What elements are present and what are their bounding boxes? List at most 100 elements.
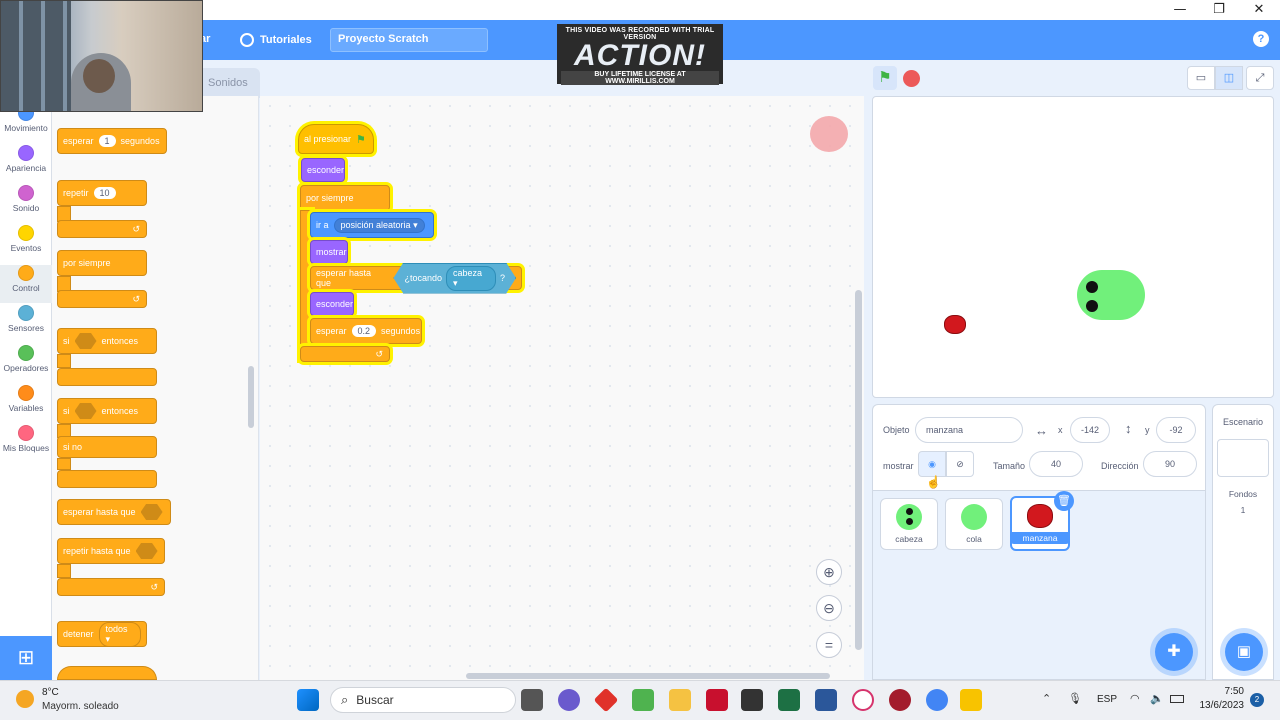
palette-hat-block[interactable]	[57, 666, 157, 680]
scratch-app-icon[interactable]	[960, 689, 982, 711]
wifi-icon[interactable]: ◠	[1130, 692, 1140, 705]
block-text: si no	[63, 442, 83, 452]
maximize-button[interactable]: ❐	[1199, 0, 1239, 20]
clock-time[interactable]: 7:50	[1214, 686, 1244, 697]
store-icon[interactable]	[741, 689, 763, 711]
palette-wait-block[interactable]: esperar 1 segundos	[57, 128, 167, 154]
show-hidden-button[interactable]: ⊘	[946, 451, 974, 477]
app-icon[interactable]	[632, 689, 654, 711]
category-sonido[interactable]: Sonido	[0, 185, 52, 223]
fullscreen-button[interactable]: ⤢	[1246, 66, 1274, 90]
code-area[interactable]: al presionar ⚑ esconder por siempre ir a…	[260, 96, 864, 680]
sprite-cabeza-on-stage[interactable]	[1077, 270, 1145, 320]
palette-wait-until-block[interactable]: esperar hasta que	[57, 499, 171, 525]
choose-sprite-button[interactable]: ✚	[1155, 633, 1193, 671]
chat-icon[interactable]	[558, 689, 580, 711]
y-arrows-icon: ↕	[1125, 421, 1132, 436]
palette-forever-block[interactable]: por siempre	[57, 250, 147, 276]
sprite-tile-cabeza[interactable]: cabeza	[880, 498, 938, 550]
minimize-button[interactable]: —	[1160, 0, 1200, 20]
size-input[interactable]: 40	[1029, 451, 1083, 477]
chrome-icon[interactable]	[926, 689, 948, 711]
microphone-icon[interactable]: 🎙	[1068, 692, 1082, 705]
weather-temp[interactable]: 8°C	[42, 687, 59, 698]
category-variables[interactable]: Variables	[0, 385, 52, 423]
task-view-icon[interactable]	[521, 689, 543, 711]
zoom-in-button[interactable]: ⊕	[816, 559, 842, 585]
go-to-block[interactable]: ir a posición aleatoria ▾	[310, 212, 434, 238]
notification-badge[interactable]: 2	[1250, 693, 1264, 707]
goto-target-dropdown[interactable]: posición aleatoria ▾	[333, 217, 425, 233]
palette-if-block[interactable]: si entonces	[57, 328, 157, 354]
project-title-input[interactable]: Proyecto Scratch	[330, 28, 488, 52]
clock-date[interactable]: 13/6/2023	[1195, 700, 1245, 711]
battery-icon[interactable]	[1170, 695, 1184, 703]
choose-backdrop-button[interactable]: ▣	[1225, 633, 1263, 671]
category-eventos[interactable]: Eventos	[0, 225, 52, 263]
code-horizontal-scrollbar[interactable]	[466, 673, 830, 679]
touching-condition[interactable]: ¿tocando cabeza ▾ ?	[393, 262, 516, 294]
x-input[interactable]: -142	[1070, 417, 1110, 443]
wait-until-block[interactable]: esperar hasta que ¿tocando cabeza ▾ ?	[310, 262, 522, 294]
taskbar-search[interactable]: ⌕ Buscar	[330, 687, 516, 713]
language-indicator[interactable]: ESP	[1097, 694, 1117, 705]
add-extension-button[interactable]: ⊞	[0, 636, 52, 680]
show-visible-button[interactable]: ◉	[918, 451, 946, 477]
category-sensores[interactable]: Sensores	[0, 305, 52, 343]
wait-block[interactable]: esperar 0.2 segundos	[310, 318, 422, 344]
hide-block[interactable]: esconder	[301, 158, 345, 182]
zoom-reset-button[interactable]: =	[816, 632, 842, 658]
when-flag-clicked-block[interactable]: al presionar ⚑	[298, 124, 374, 154]
stage[interactable]	[872, 96, 1274, 398]
category-operadores[interactable]: Operadores	[0, 345, 52, 383]
condition-slot[interactable]	[74, 333, 97, 349]
sprite-tile-cola[interactable]: cola	[945, 498, 1003, 550]
delete-sprite-button[interactable]: 🗑	[1054, 491, 1074, 511]
stop-button[interactable]	[903, 70, 920, 87]
sprite-name-input[interactable]: manzana	[915, 417, 1023, 443]
opera-icon[interactable]	[852, 689, 874, 711]
wait-seconds-value[interactable]: 0.2	[351, 325, 377, 337]
block-text: esconder	[307, 165, 345, 175]
palette-scrollbar[interactable]	[248, 366, 254, 428]
zoom-out-button[interactable]: ⊖	[816, 595, 842, 621]
weather-desc[interactable]: Mayorm. soleado	[42, 701, 119, 712]
direction-input[interactable]: 90	[1143, 451, 1197, 477]
show-block[interactable]: mostrar	[310, 240, 348, 264]
mcafee-icon[interactable]	[706, 689, 728, 711]
weather-icon	[16, 690, 34, 708]
palette-if-else-block[interactable]: si entonces	[57, 398, 157, 424]
sprite-manzana-on-stage[interactable]	[944, 315, 966, 334]
file-explorer-icon[interactable]	[669, 689, 691, 711]
close-button[interactable]: ✕	[1239, 0, 1279, 20]
stop-dropdown[interactable]: todos ▾	[98, 621, 141, 647]
code-vertical-scrollbar[interactable]	[855, 290, 862, 650]
touching-target-dropdown[interactable]: cabeza ▾	[446, 265, 496, 291]
condition-slot[interactable]	[140, 504, 163, 520]
small-stage-button[interactable]: ▭	[1187, 66, 1215, 90]
category-control[interactable]: Control	[0, 265, 52, 303]
word-icon[interactable]	[815, 689, 837, 711]
palette-repeat-until-block[interactable]: repetir hasta que	[57, 538, 165, 564]
green-flag-button[interactable]: ⚑	[873, 66, 897, 90]
condition-slot[interactable]	[135, 543, 158, 559]
palette-repeat-block[interactable]: repetir 10	[57, 180, 147, 206]
tab-sounds[interactable]: Sonidos	[198, 68, 260, 98]
hide-block-2[interactable]: esconder	[310, 292, 354, 316]
palette-stop-block[interactable]: detener todos ▾	[57, 621, 147, 647]
y-input[interactable]: -92	[1156, 417, 1196, 443]
condition-slot[interactable]	[74, 403, 97, 419]
repeat-value[interactable]: 10	[93, 187, 116, 199]
category-apariencia[interactable]: Apariencia	[0, 145, 52, 183]
wait-value[interactable]: 1	[98, 135, 116, 147]
excel-icon[interactable]	[778, 689, 800, 711]
normal-stage-button[interactable]: ◫	[1215, 66, 1243, 90]
tutorials-menu[interactable]: Tutoriales	[240, 30, 312, 50]
chevron-up-icon[interactable]: ⌃	[1042, 692, 1051, 705]
help-button[interactable]: ?	[1253, 31, 1269, 47]
category-mis-bloques[interactable]: Mis Bloques	[0, 425, 52, 463]
forever-block[interactable]: por siempre	[300, 185, 390, 211]
speaker-icon[interactable]: 🔈	[1150, 692, 1164, 705]
start-button[interactable]	[297, 689, 319, 711]
app-icon[interactable]	[889, 689, 911, 711]
